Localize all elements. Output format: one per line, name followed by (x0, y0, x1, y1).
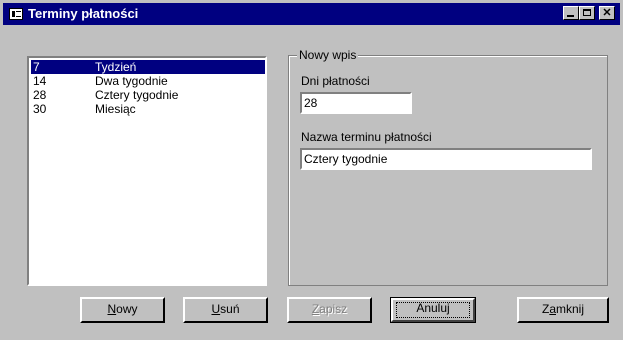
dialog-window: Terminy płatności ✕ 7 Tydzień 14 Dwa tyg… (0, 0, 623, 340)
maximize-button[interactable] (579, 6, 595, 20)
payment-term-name-field[interactable]: Cztery tygodnie (300, 148, 592, 170)
new-entry-group (288, 55, 608, 286)
window-icon (9, 8, 23, 20)
minimize-button[interactable] (563, 6, 579, 20)
list-item-name: Dwa tygodnie (95, 74, 168, 88)
list-item-name: Miesiąc (95, 102, 136, 116)
cancel-button[interactable]: Anuluj (390, 297, 476, 323)
list-item-days: 30 (33, 102, 47, 116)
minimize-icon (567, 15, 574, 17)
maximize-icon (583, 9, 591, 16)
delete-button[interactable]: Usuń (183, 297, 268, 323)
title-bar[interactable]: Terminy płatności ✕ (3, 3, 620, 25)
list-item[interactable]: 30 Miesiąc (31, 102, 265, 116)
window-title: Terminy płatności (28, 6, 139, 21)
payment-days-label: Dni płatności (301, 74, 370, 88)
list-item[interactable]: 28 Cztery tygodnie (31, 88, 265, 102)
list-item-name: Cztery tygodnie (95, 88, 179, 102)
list-item-days: 14 (33, 74, 47, 88)
new-entry-group-label: Nowy wpis (297, 48, 359, 62)
close-icon: ✕ (602, 7, 612, 19)
save-button[interactable]: Zapisz (287, 297, 372, 323)
list-item-days: 28 (33, 88, 47, 102)
close-button[interactable]: Zamknij (517, 297, 609, 323)
payment-days-field[interactable]: 28 (300, 92, 412, 114)
list-item[interactable]: 14 Dwa tygodnie (31, 74, 265, 88)
list-item[interactable]: 7 Tydzień (31, 60, 265, 74)
new-button[interactable]: Nowy (80, 297, 165, 323)
list-item-name: Tydzień (95, 60, 137, 74)
payment-term-name-label: Nazwa terminu płatności (301, 130, 432, 144)
close-window-button[interactable]: ✕ (599, 6, 615, 20)
payment-terms-list[interactable]: 7 Tydzień 14 Dwa tygodnie 28 Cztery tygo… (27, 56, 267, 286)
list-item-days: 7 (33, 60, 40, 74)
